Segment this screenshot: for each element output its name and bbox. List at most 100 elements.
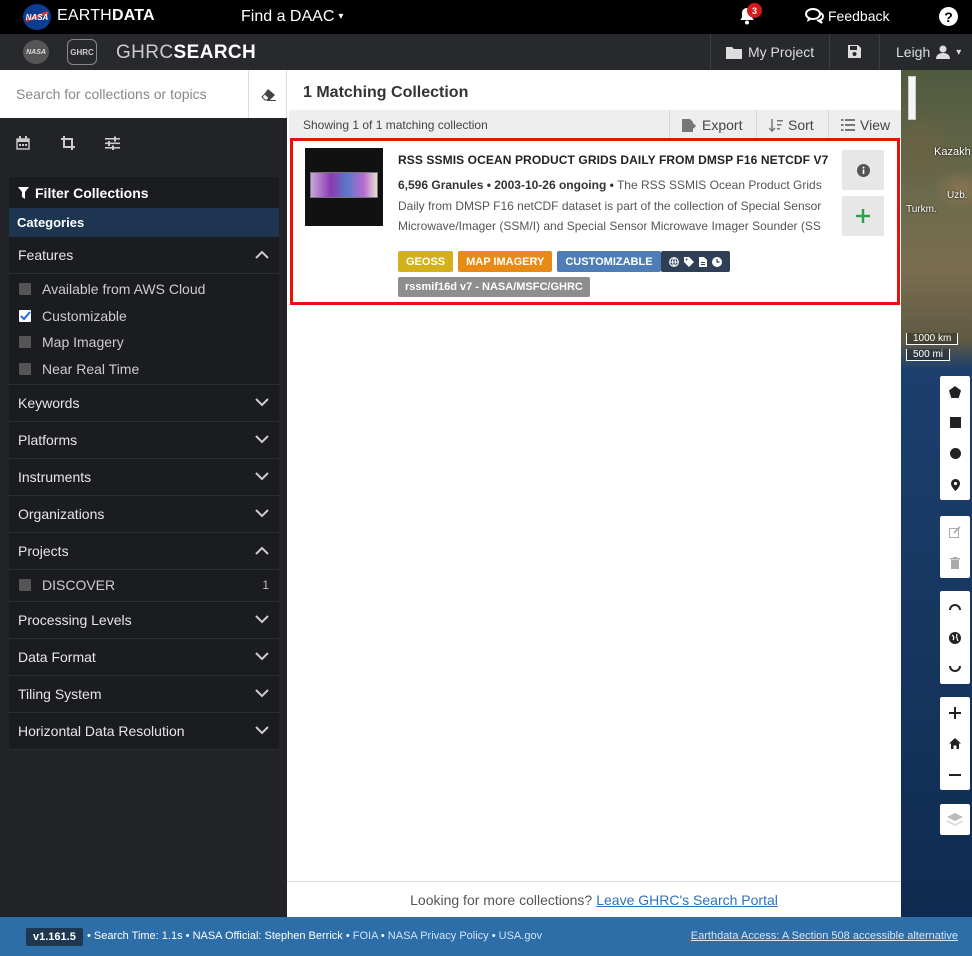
view-button[interactable]: View bbox=[828, 110, 901, 140]
find-daac-dropdown[interactable]: Find a DAAC ▾ bbox=[241, 8, 343, 26]
facet-platforms[interactable]: Platforms bbox=[9, 422, 279, 459]
find-daac-label: Find a DAAC bbox=[241, 8, 335, 25]
facet-horizontal-resolution[interactable]: Horizontal Data Resolution bbox=[9, 712, 279, 750]
home-icon bbox=[949, 738, 961, 749]
facet-features[interactable]: Features bbox=[9, 237, 279, 274]
feedback-button[interactable]: Feedback bbox=[805, 8, 889, 24]
option-label: Available from AWS Cloud bbox=[42, 281, 206, 298]
search-input[interactable] bbox=[0, 70, 248, 118]
notifications-button[interactable]: 3 bbox=[737, 3, 762, 28]
earthdata-brand[interactable]: EARTHDATA bbox=[57, 7, 155, 25]
layers-tools bbox=[940, 804, 970, 835]
collection-title[interactable]: RSS SSMIS OCEAN PRODUCT GRIDS DAILY FROM… bbox=[398, 153, 828, 167]
clear-search-button[interactable] bbox=[248, 70, 287, 118]
portal-header: NASA GHRC GHRCSEARCH My Project Leigh ▾ bbox=[0, 34, 972, 70]
ghrc-logo[interactable]: GHRC bbox=[67, 39, 97, 65]
collection-result-card[interactable]: RSS SSMIS OCEAN PRODUCT GRIDS DAILY FROM… bbox=[290, 138, 900, 305]
checkbox-checked[interactable] bbox=[19, 309, 31, 322]
feature-option-aws-cloud[interactable]: Available from AWS Cloud bbox=[9, 276, 279, 303]
badge-geoss: GEOSS bbox=[398, 251, 454, 272]
collection-info-button[interactable] bbox=[842, 150, 884, 190]
brand-bold: DATA bbox=[111, 7, 155, 24]
panel-resize-handle[interactable] bbox=[908, 76, 916, 120]
add-to-project-button[interactable] bbox=[842, 196, 884, 236]
facet-processing-levels[interactable]: Processing Levels bbox=[9, 601, 279, 639]
option-count: 1 bbox=[262, 578, 269, 593]
checkbox[interactable] bbox=[19, 283, 31, 296]
facet-data-format[interactable]: Data Format bbox=[9, 638, 279, 676]
checkbox[interactable] bbox=[19, 579, 31, 592]
zoom-out-button[interactable] bbox=[940, 759, 970, 790]
map-label: Uzb. bbox=[947, 190, 968, 201]
circle-icon bbox=[949, 448, 961, 459]
filter-collections-panel: Filter Collections Categories Features A… bbox=[9, 177, 279, 750]
collection-short-name-badge: rssmif16d v7 - NASA/MSFC/GHRC bbox=[398, 277, 590, 297]
foia-link[interactable]: FOIA bbox=[353, 930, 378, 942]
caret-down-icon: ▾ bbox=[956, 46, 962, 58]
help-button[interactable]: ? bbox=[939, 7, 958, 26]
info-icon bbox=[856, 163, 870, 177]
filter-collections-header: Filter Collections bbox=[9, 177, 279, 208]
export-icon bbox=[682, 118, 697, 132]
facet-instruments[interactable]: Instruments bbox=[9, 459, 279, 496]
map[interactable]: Kazakh Uzb. Turkm. 1000 km 500 mi bbox=[901, 70, 972, 917]
footer-info: • Search Time: 1.1s • NASA Official: Ste… bbox=[87, 930, 543, 942]
user-menu[interactable]: Leigh ▾ bbox=[896, 44, 961, 60]
crop-icon[interactable] bbox=[61, 136, 77, 152]
plus-icon bbox=[949, 706, 961, 719]
option-label: DISCOVER bbox=[42, 577, 116, 594]
accessibility-link[interactable]: Earthdata Access: A Section 508 accessib… bbox=[691, 930, 958, 942]
draw-rectangle-button[interactable] bbox=[940, 407, 970, 438]
chevron-down-icon bbox=[255, 614, 269, 623]
view-label: View bbox=[860, 117, 891, 133]
option-label: Near Real Time bbox=[42, 360, 140, 377]
facet-tiling-system[interactable]: Tiling System bbox=[9, 675, 279, 713]
option-label: Customizable bbox=[42, 307, 127, 324]
nasa-logo[interactable]: NASA bbox=[23, 4, 51, 30]
export-button[interactable]: Export bbox=[669, 110, 756, 140]
save-button[interactable] bbox=[848, 45, 861, 61]
facet-label: Data Format bbox=[18, 648, 96, 665]
calendar-icon[interactable] bbox=[16, 136, 32, 152]
sort-button[interactable]: Sort bbox=[756, 110, 828, 140]
home-button[interactable] bbox=[940, 728, 970, 759]
sort-icon bbox=[769, 118, 783, 132]
chevron-down-icon bbox=[255, 509, 269, 518]
customization-icons bbox=[660, 251, 730, 272]
tags-icon bbox=[683, 256, 694, 267]
checkbox[interactable] bbox=[19, 362, 31, 375]
leave-portal-link[interactable]: Leave GHRC's Search Portal bbox=[596, 892, 778, 908]
edit-shape-button[interactable] bbox=[940, 516, 970, 547]
globe-icon bbox=[949, 631, 961, 644]
draw-polygon-button[interactable] bbox=[940, 376, 970, 407]
zoom-in-button[interactable] bbox=[940, 697, 970, 728]
chevron-up-icon bbox=[255, 546, 269, 555]
facet-keywords[interactable]: Keywords bbox=[9, 385, 279, 422]
edit-icon bbox=[949, 525, 961, 538]
draw-point-button[interactable] bbox=[940, 469, 970, 500]
north-polar-projection-button[interactable] bbox=[940, 591, 970, 622]
south-polar-projection-button[interactable] bbox=[940, 653, 970, 684]
sliders-icon[interactable] bbox=[105, 136, 121, 152]
facet-organizations[interactable]: Organizations bbox=[9, 496, 279, 533]
usa-gov-link[interactable]: USA.gov bbox=[499, 930, 542, 942]
thumbnail-image bbox=[310, 172, 378, 198]
privacy-policy-link[interactable]: NASA Privacy Policy bbox=[388, 930, 489, 942]
feature-option-map-imagery[interactable]: Map Imagery bbox=[9, 329, 279, 356]
checkbox[interactable] bbox=[19, 336, 31, 349]
facet-projects[interactable]: Projects bbox=[9, 533, 279, 570]
layers-button[interactable] bbox=[940, 804, 970, 835]
project-option-discover[interactable]: DISCOVER 1 bbox=[9, 572, 279, 599]
my-project-button[interactable]: My Project bbox=[726, 44, 814, 60]
trash-icon bbox=[950, 556, 960, 569]
results-count-text: Showing 1 of 1 matching collection bbox=[303, 118, 488, 132]
nasa-meatball-logo[interactable]: NASA bbox=[23, 40, 49, 64]
divider bbox=[879, 34, 880, 70]
feature-option-near-real-time[interactable]: Near Real Time bbox=[9, 356, 279, 383]
facet-label: Processing Levels bbox=[18, 611, 132, 628]
feature-option-customizable[interactable]: Customizable bbox=[9, 303, 279, 330]
portal-title[interactable]: GHRCSEARCH bbox=[116, 42, 256, 64]
draw-circle-button[interactable] bbox=[940, 438, 970, 469]
delete-shape-button[interactable] bbox=[940, 547, 970, 578]
geographic-projection-button[interactable] bbox=[940, 622, 970, 653]
